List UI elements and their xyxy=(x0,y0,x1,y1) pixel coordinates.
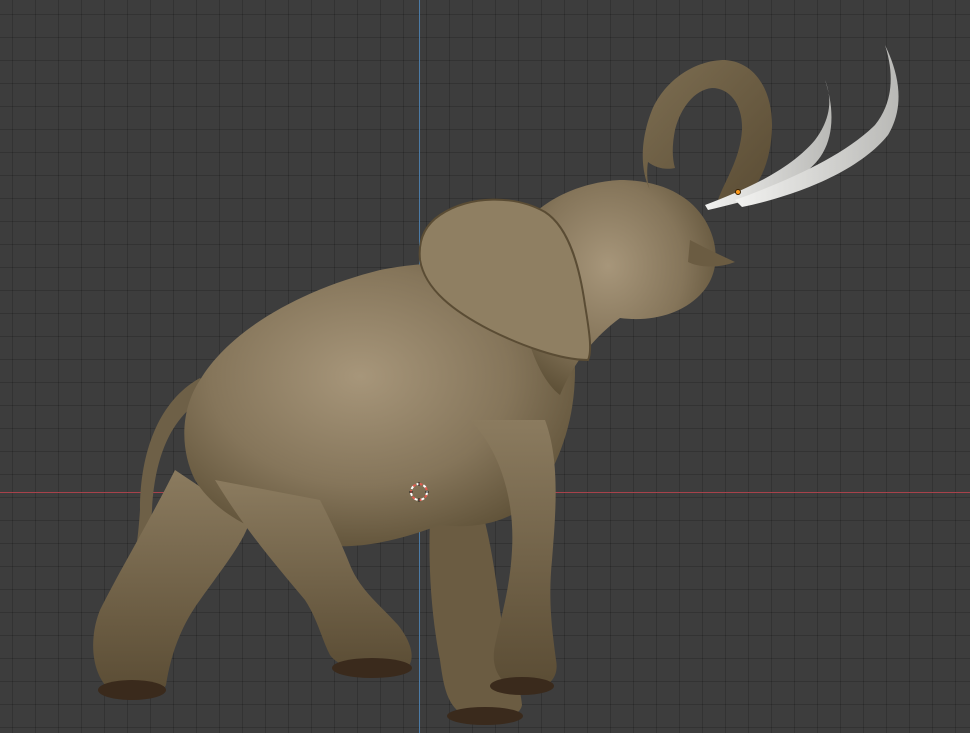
elephant-foot xyxy=(490,677,554,695)
elephant-foot xyxy=(332,658,412,678)
elephant-foot xyxy=(98,680,166,700)
elephant-foot xyxy=(447,707,523,725)
elephant-trunk xyxy=(642,60,772,202)
elephant-model[interactable] xyxy=(0,0,970,733)
object-origin-icon[interactable] xyxy=(735,189,741,195)
3d-cursor-icon[interactable] xyxy=(409,482,429,502)
3d-viewport[interactable] xyxy=(0,0,970,733)
